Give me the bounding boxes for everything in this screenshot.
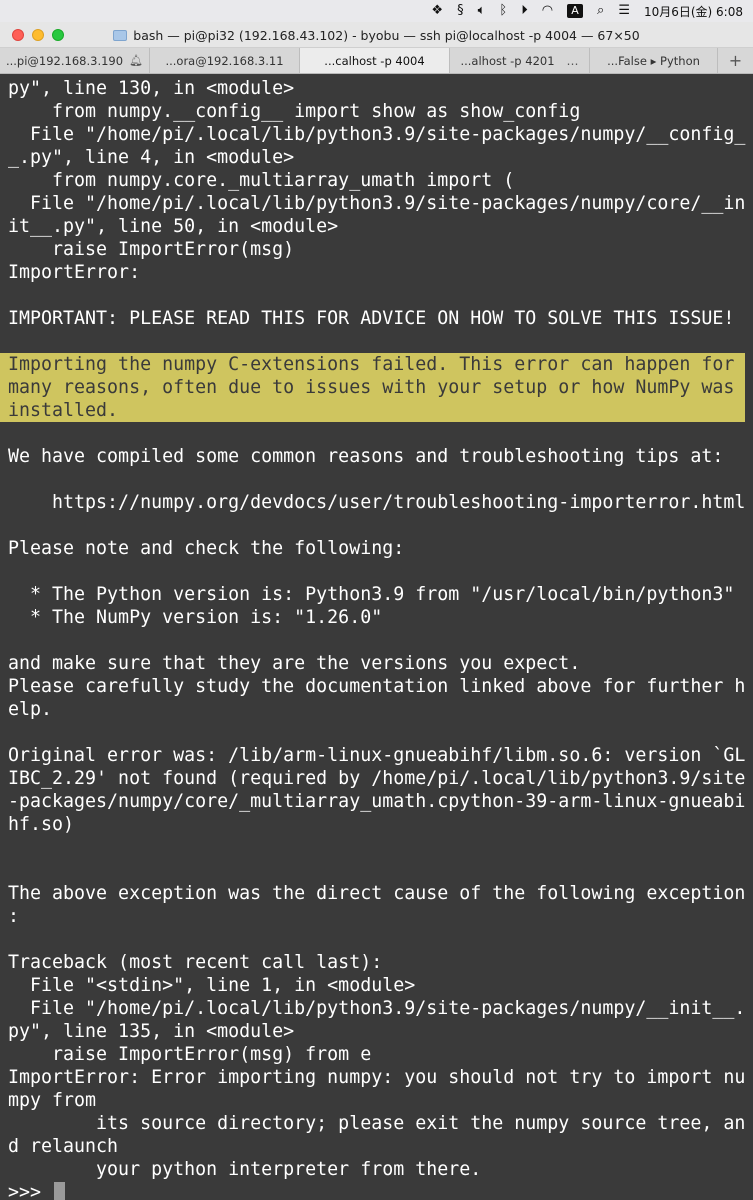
tab-ora-192-168-3-11[interactable]: ...ora@192.168.3.11 [150,48,300,73]
output-line: The above exception was the direct cause… [8,883,746,904]
menubar-clock[interactable]: 10月6日(金) 6:08 [644,3,743,20]
output-line: raise ImportError(msg) from e [8,1044,372,1065]
menu-bar: ❖ § 🔈︎ ᛒ ⏵ ◠ A ⌕ ☰ 10月6日(金) 6:08 [0,0,753,22]
output-line: Original error was: /lib/arm-linux-gnuea… [8,745,746,766]
tab-label: ...False ▸ Python [607,53,700,68]
tab-localhost-4004[interactable]: ...calhost -p 4004 [300,48,450,73]
output-line: -packages/numpy/core/_multiarray_umath.c… [8,791,746,812]
output-line: * The NumPy version is: "1.26.0" [8,607,383,628]
search-icon[interactable]: ⌕ [597,0,604,22]
more-tabs-icon[interactable]: … [567,54,579,68]
tab-pi-192-168-3-190[interactable]: ...pi@192.168.3.190 🔔︎ [0,48,150,73]
wifi-icon[interactable]: ◠ [542,0,553,22]
output-line: We have compiled some common reasons and… [8,446,724,467]
window-controls [0,28,64,41]
output-line: Please carefully study the documentation… [8,676,746,697]
output-line: from numpy.core._multiarray_umath import… [8,170,515,191]
output-line: * The Python version is: Python3.9 from … [8,584,735,605]
bell-icon: 🔔︎ [129,54,144,67]
output-line: py", line 130, in <module> [8,78,295,99]
output-line: elp. [8,699,53,720]
tab-label: ...calhost -p 4004 [324,53,425,68]
output-line: File "/home/pi/.local/lib/python3.9/site… [8,193,746,214]
output-line: File "/home/pi/.local/lib/python3.9/site… [8,998,746,1019]
tab-false-python[interactable]: ...False ▸ Python [590,48,718,73]
output-line: it__.py", line 50, in <module> [8,216,339,237]
output-line: raise ImportError(msg) [8,239,295,260]
output-line: ImportError: Error importing numpy: you … [8,1067,746,1088]
close-window-button[interactable] [12,28,24,41]
dropbox-icon[interactable]: ❖ [431,0,443,22]
play-icon[interactable]: ⏵ [521,0,528,22]
output-line: hf.so) [8,814,75,835]
tab-label: ...ora@192.168.3.11 [165,53,284,68]
output-line: IMPORTANT: PLEASE READ THIS FOR ADVICE O… [8,308,735,329]
python-prompt: >>> [8,1182,53,1200]
output-line: and make sure that they are the versions… [8,653,581,674]
output-line: IBC_2.29' not found (required by /home/p… [8,768,746,789]
highlighted-output-line: installed. [0,399,745,422]
control-center-icon[interactable]: ☰ [618,0,630,22]
highlighted-output-line: Importing the numpy C-extensions failed.… [0,353,745,376]
bluetooth-icon[interactable]: ᛒ [499,0,507,22]
output-line: Traceback (most recent call last): [8,952,383,973]
output-line: d relaunch [8,1136,119,1157]
window-title-wrap: bash — pi@pi32 (192.168.43.102) - byobu … [0,22,753,48]
highlighted-output-line: many reasons, often due to issues with y… [0,376,745,399]
tab-label: ...pi@192.168.3.190 [5,53,124,68]
prompt-line[interactable]: >>> [8,1181,753,1200]
output-line: its source directory; please exit the nu… [8,1113,746,1134]
output-line: Please note and check the following: [8,538,405,559]
new-tab-button[interactable]: + [718,48,753,73]
output-line: mpy from [8,1090,97,1111]
minimize-window-button[interactable] [32,28,44,41]
output-line: ImportError: [8,262,141,283]
scripting-icon[interactable]: § [457,0,464,22]
window-title-bar[interactable]: bash — pi@pi32 (192.168.43.102) - byobu … [0,22,753,48]
folder-icon [113,29,128,41]
tab-bar: ...pi@192.168.3.190 🔔︎ ...ora@192.168.3.… [0,48,753,74]
output-line: File "/home/pi/.local/lib/python3.9/site… [8,124,746,145]
zoom-window-button[interactable] [52,28,64,41]
output-line: your python interpreter from there. [8,1159,482,1180]
terminal-output[interactable]: py", line 130, in <module> from numpy.__… [0,74,753,1200]
tab-localhost-4201[interactable]: ...alhost -p 4201 … [450,48,590,73]
output-line: py", line 135, in <module> [8,1021,295,1042]
output-line: File "<stdin>", line 1, in <module> [8,975,416,996]
volume-icon[interactable]: 🔈︎ [478,0,486,22]
tab-label: ...alhost -p 4201 [460,53,555,68]
window-title: bash — pi@pi32 (192.168.43.102) - byobu … [133,27,640,43]
input-source-icon[interactable]: A [567,4,584,18]
output-line: https://numpy.org/devdocs/user/troublesh… [8,492,746,513]
output-line: : [8,906,20,927]
text-cursor [54,1182,66,1200]
output-line: from numpy.__config__ import show as sho… [8,101,581,122]
output-line: _.py", line 4, in <module> [8,147,295,168]
